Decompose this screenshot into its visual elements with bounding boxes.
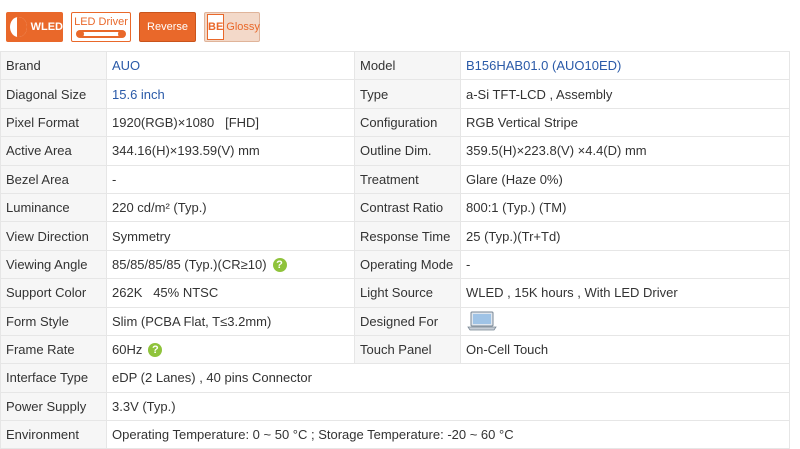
light-label: Light Source bbox=[354, 278, 461, 308]
laptop-icon bbox=[467, 311, 497, 331]
glossy-badge: BE Glossy bbox=[204, 12, 260, 42]
type-label: Type bbox=[354, 79, 461, 109]
diagonal-link[interactable]: 15.6 inch bbox=[106, 79, 355, 109]
table-row: Frame Rate 60Hz? Touch Panel On-Cell Tou… bbox=[0, 334, 790, 365]
spec-table: Brand AUO Model B156HAB01.0 (AUO10ED) Di… bbox=[0, 50, 790, 449]
info-icon[interactable]: ? bbox=[148, 343, 163, 358]
contrast-value: 800:1 (Typ.) (TM) bbox=[460, 192, 790, 223]
power-label: Power Supply bbox=[0, 391, 107, 422]
frame-value: 60Hz bbox=[112, 341, 143, 357]
interface-value: eDP (2 Lanes) , 40 pins Connector bbox=[106, 363, 790, 393]
outline-label: Outline Dim. bbox=[354, 136, 461, 166]
table-row: Luminance 220 cd/m² (Typ.) Contrast Rati… bbox=[0, 192, 790, 223]
table-row: View Direction Symmetry Response Time 25… bbox=[0, 221, 790, 251]
table-row: Viewing Angle 85/85/85/85 (Typ.)(CR≥10)?… bbox=[0, 249, 790, 280]
active-value: 344.16(H)×193.59(V) mm bbox=[106, 136, 355, 166]
table-row: Environment Operating Temperature: 0 ~ 5… bbox=[0, 420, 790, 449]
form-label: Form Style bbox=[0, 306, 107, 336]
diagonal-label: Diagonal Size bbox=[0, 79, 107, 109]
table-row: Diagonal Size 15.6 inch Type a-Si TFT-LC… bbox=[0, 79, 790, 109]
color-label: Support Color bbox=[0, 278, 107, 308]
table-row: Form Style Slim (PCBA Flat, T≤3.2mm) Des… bbox=[0, 306, 790, 336]
viewdir-label: View Direction bbox=[0, 221, 107, 251]
bezel-label: Bezel Area bbox=[0, 164, 107, 194]
table-row: Power Supply 3.3V (Typ.) bbox=[0, 391, 790, 422]
wled-icon bbox=[10, 17, 27, 37]
led-driver-icon bbox=[76, 30, 126, 38]
env-value: Operating Temperature: 0 ~ 50 °C ; Stora… bbox=[106, 420, 790, 449]
model-label: Model bbox=[354, 50, 461, 81]
luminance-label: Luminance bbox=[0, 192, 107, 223]
type-value: a-Si TFT-LCD , Assembly bbox=[460, 79, 790, 109]
viewdir-value: Symmetry bbox=[106, 221, 355, 251]
luminance-value: 220 cd/m² (Typ.) bbox=[106, 192, 355, 223]
outline-value: 359.5(H)×223.8(V) ×4.4(D) mm bbox=[460, 136, 790, 166]
table-row: Support Color 262K 45% NTSC Light Source… bbox=[0, 278, 790, 308]
pixel-label: Pixel Format bbox=[0, 107, 107, 138]
pixel-value: 1920(RGB)×1080 [FHD] bbox=[106, 107, 355, 138]
reverse-badge-label: Reverse bbox=[147, 21, 188, 33]
opmode-value: - bbox=[460, 249, 790, 280]
glossy-icon: BE bbox=[207, 14, 225, 40]
opmode-label: Operating Mode bbox=[354, 249, 461, 280]
active-label: Active Area bbox=[0, 136, 107, 166]
viewangle-cell: 85/85/85/85 (Typ.)(CR≥10)? bbox=[106, 249, 355, 280]
touch-label: Touch Panel bbox=[354, 334, 461, 365]
light-value: WLED , 15K hours , With LED Driver bbox=[460, 278, 790, 308]
designed-cell bbox=[460, 306, 790, 336]
viewangle-value: 85/85/85/85 (Typ.)(CR≥10) bbox=[112, 256, 267, 272]
contrast-label: Contrast Ratio bbox=[354, 192, 461, 223]
table-row: Bezel Area - Treatment Glare (Haze 0%) bbox=[0, 164, 790, 194]
frame-cell: 60Hz? bbox=[106, 334, 355, 365]
env-label: Environment bbox=[0, 420, 107, 449]
form-value: Slim (PCBA Flat, T≤3.2mm) bbox=[106, 306, 355, 336]
bezel-value: - bbox=[106, 164, 355, 194]
frame-label: Frame Rate bbox=[0, 334, 107, 365]
viewangle-label: Viewing Angle bbox=[0, 249, 107, 280]
table-row: Interface Type eDP (2 Lanes) , 40 pins C… bbox=[0, 363, 790, 393]
response-value: 25 (Typ.)(Tr+Td) bbox=[460, 221, 790, 251]
model-link[interactable]: B156HAB01.0 (AUO10ED) bbox=[460, 50, 790, 81]
power-value: 3.3V (Typ.) bbox=[106, 391, 790, 422]
table-row: Pixel Format 1920(RGB)×1080 [FHD] Config… bbox=[0, 107, 790, 138]
wled-badge: WLED bbox=[6, 12, 63, 42]
led-driver-badge: LED Driver bbox=[71, 12, 131, 42]
table-row: Brand AUO Model B156HAB01.0 (AUO10ED) bbox=[0, 50, 790, 81]
reverse-badge: Reverse bbox=[139, 12, 196, 42]
color-value: 262K 45% NTSC bbox=[106, 278, 355, 308]
led-driver-badge-label: LED Driver bbox=[74, 16, 128, 28]
info-icon[interactable]: ? bbox=[272, 258, 287, 273]
config-value: RGB Vertical Stripe bbox=[460, 107, 790, 138]
config-label: Configuration bbox=[354, 107, 461, 138]
touch-value: On-Cell Touch bbox=[460, 334, 790, 365]
table-row: Active Area 344.16(H)×193.59(V) mm Outli… bbox=[0, 136, 790, 166]
feature-badges: WLED LED Driver Reverse BE Glossy bbox=[6, 12, 260, 42]
interface-label: Interface Type bbox=[0, 363, 107, 393]
response-label: Response Time bbox=[354, 221, 461, 251]
brand-label: Brand bbox=[0, 50, 107, 81]
glossy-badge-label: Glossy bbox=[226, 21, 260, 33]
treatment-value: Glare (Haze 0%) bbox=[460, 164, 790, 194]
wled-badge-label: WLED bbox=[30, 21, 63, 33]
brand-link[interactable]: AUO bbox=[106, 50, 355, 81]
treatment-label: Treatment bbox=[354, 164, 461, 194]
designed-label: Designed For bbox=[354, 306, 461, 336]
